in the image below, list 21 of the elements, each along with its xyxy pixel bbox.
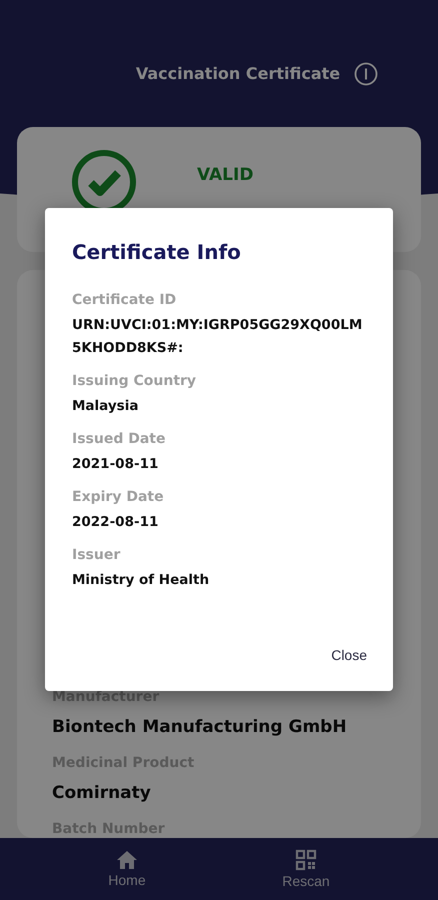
field-label: Issued Date (72, 430, 166, 449)
field-value: URN:UVCI:01:MY:IGRP05GG29XQ00LM5KHODD8KS#: (72, 316, 364, 358)
status-label: VALID (197, 164, 254, 185)
home-icon (116, 850, 138, 870)
field-value: Malaysia (72, 397, 140, 416)
field-value: Biontech Manufacturing GmbH (52, 716, 348, 738)
field-label: Certificate ID (72, 291, 176, 310)
dialog-title: Certificate Info (72, 239, 241, 266)
close-button[interactable]: Close (331, 643, 367, 667)
info-icon[interactable] (354, 62, 378, 86)
field-value: Comirnaty (52, 782, 152, 804)
field-label: Issuer (72, 546, 120, 565)
nav-home-button[interactable]: Home (98, 850, 156, 888)
field-value: 2021-08-11 (72, 455, 160, 474)
page-title: Vaccination Certificate (136, 63, 340, 85)
field-value: 2022-08-11 (72, 513, 160, 532)
field-label: Expiry Date (72, 488, 164, 507)
nav-rescan-button[interactable]: Rescan (272, 849, 340, 889)
qr-code-icon (294, 849, 317, 871)
field-label: Issuing Country (72, 372, 196, 391)
field-value: Ministry of Health (72, 571, 210, 590)
